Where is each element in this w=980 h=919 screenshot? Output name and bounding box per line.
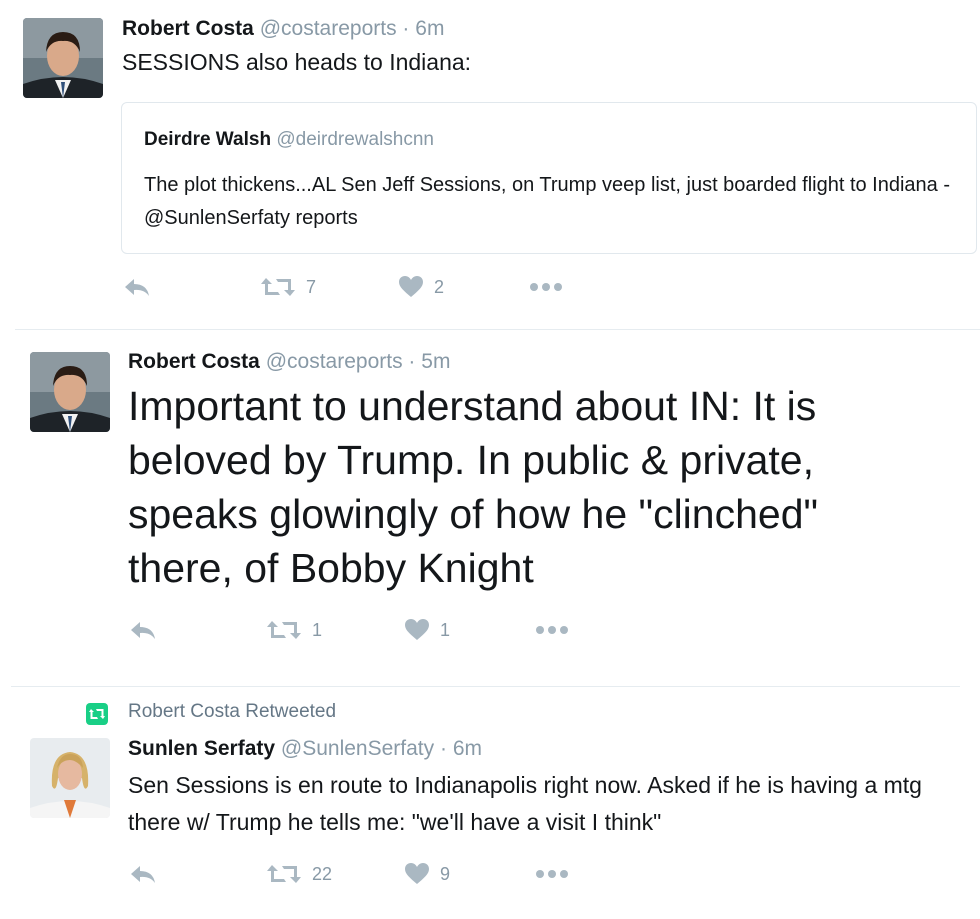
quoted-author-handle: @deirdrewalshcnn: [276, 129, 434, 150]
tweet-2[interactable]: Robert Costa @costareports · 5m Importan…: [0, 330, 980, 687]
retweet-count: 1: [312, 619, 323, 640]
more-button[interactable]: [534, 859, 570, 889]
tweet-header: Sunlen Serfaty @SunlenSerfaty · 6m: [128, 737, 482, 761]
retweet-icon: [266, 618, 302, 642]
reply-icon: [122, 275, 152, 299]
timestamp[interactable]: 6m: [415, 17, 444, 40]
retweet-button[interactable]: 1: [266, 615, 322, 645]
like-count: 2: [434, 276, 445, 297]
tweet-header: Robert Costa @costareports · 5m: [128, 350, 450, 374]
author-handle[interactable]: @SunlenSerfaty: [281, 737, 434, 760]
separator: ·: [408, 350, 416, 373]
tweet-actions: 22 9: [128, 859, 588, 889]
more-button[interactable]: [534, 615, 570, 645]
retweet-count: 7: [306, 276, 317, 297]
reply-button[interactable]: [128, 615, 158, 645]
tweet-header: Robert Costa @costareports · 6m: [122, 17, 444, 41]
timestamp[interactable]: 5m: [421, 350, 450, 373]
quoted-header: Deirdre Walsh @deirdrewalshcnn: [144, 129, 434, 151]
tweet-3[interactable]: Robert Costa Retweeted Sunlen Serfaty @S…: [0, 687, 980, 919]
retweet-button[interactable]: 7: [260, 272, 316, 302]
more-icon: [534, 624, 570, 636]
heart-icon: [404, 862, 430, 886]
like-button[interactable]: 2: [398, 272, 444, 302]
heart-icon: [398, 275, 424, 299]
retweet-icon: [266, 862, 302, 886]
reply-button[interactable]: [122, 272, 152, 302]
tweet-text: Sen Sessions is en route to Indianapolis…: [128, 772, 922, 835]
tweet-text: SESSIONS also heads to Indiana:: [122, 49, 472, 75]
tweet-1[interactable]: Robert Costa @costareports · 6m SESSIONS…: [0, 0, 980, 330]
reply-icon: [128, 862, 158, 886]
author-handle[interactable]: @costareports: [266, 350, 403, 373]
retweeted-by-label[interactable]: Robert Costa Retweeted: [128, 701, 336, 723]
like-count: 9: [440, 863, 451, 884]
tweet-actions: 7 2: [122, 272, 582, 302]
more-button[interactable]: [528, 272, 564, 302]
separator: ·: [439, 737, 447, 760]
reply-icon: [128, 618, 158, 642]
separator: ·: [402, 17, 410, 40]
more-icon: [528, 281, 564, 293]
tweet-actions: 1 1: [128, 615, 588, 645]
more-icon: [534, 868, 570, 880]
author-name[interactable]: Robert Costa: [128, 350, 260, 373]
like-button[interactable]: 1: [404, 615, 450, 645]
author-handle[interactable]: @costareports: [260, 17, 397, 40]
tweet-text: Important to understand about IN: It is …: [128, 383, 819, 591]
author-name[interactable]: Robert Costa: [122, 17, 254, 40]
retweet-badge-icon: [86, 703, 108, 731]
like-button[interactable]: 9: [404, 859, 450, 889]
quoted-text: The plot thickens...AL Sen Jeff Sessions…: [144, 174, 951, 229]
timestamp[interactable]: 6m: [453, 737, 482, 760]
avatar[interactable]: [30, 352, 110, 432]
author-name[interactable]: Sunlen Serfaty: [128, 737, 275, 760]
reply-button[interactable]: [128, 859, 158, 889]
quoted-tweet[interactable]: Deirdre Walsh @deirdrewalshcnn The plot …: [121, 102, 977, 254]
retweet-count: 22: [312, 863, 333, 884]
quoted-author-name: Deirdre Walsh: [144, 129, 272, 150]
avatar[interactable]: [30, 738, 110, 818]
avatar[interactable]: [23, 18, 103, 98]
like-count: 1: [440, 619, 451, 640]
retweet-icon: [260, 275, 296, 299]
retweet-button[interactable]: 22: [266, 859, 332, 889]
heart-icon: [404, 618, 430, 642]
